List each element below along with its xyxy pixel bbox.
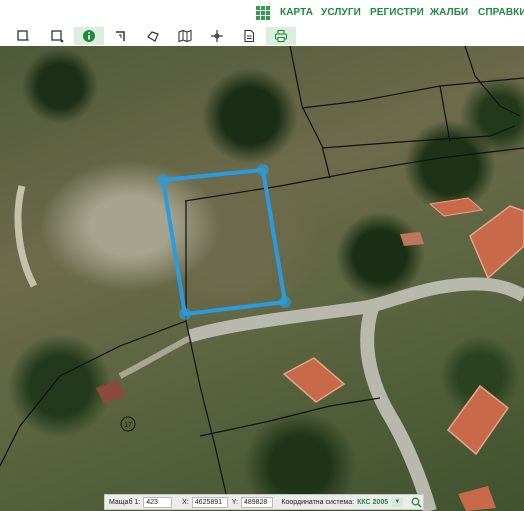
house-roof — [282, 357, 346, 403]
nav-item-complaints[interactable]: ЖАЛБИ — [430, 7, 468, 18]
y-coordinate-value: 489828 — [240, 496, 274, 508]
map-toolbar — [0, 26, 524, 47]
top-navigation: КАРТА УСЛУГИ РЕГИСТРИ ЖАЛБИ СПРАВКИ — [0, 0, 524, 26]
corner-measure-icon — [116, 31, 125, 41]
nav-item-references[interactable]: СПРАВКИ — [478, 7, 524, 18]
satellite-map[interactable]: 17 — [0, 46, 524, 511]
rect-select-icon — [51, 30, 64, 43]
parcel-label: 17 — [124, 422, 132, 429]
road — [188, 277, 524, 343]
polygon-measure-icon — [147, 31, 159, 42]
coordinate-status-bar: Мащаб 1: 423 X: 4625891 Y: 489828 Коорди… — [104, 494, 424, 510]
chevron-down-icon[interactable]: ▼ — [392, 497, 403, 507]
info-icon — [83, 30, 95, 42]
nav-item-services[interactable]: УСЛУГИ — [321, 7, 361, 18]
house-roof — [400, 232, 424, 246]
zoom-to-coordinates-button[interactable] — [411, 496, 423, 508]
document-tool[interactable] — [234, 27, 264, 45]
rect-select-tool[interactable] — [42, 27, 72, 45]
nav-item-registers[interactable]: РЕГИСТРИ — [370, 7, 424, 18]
map-overlay: 17 — [0, 46, 524, 511]
house-roof — [446, 384, 510, 456]
path-track-lower — [118, 335, 192, 379]
x-coordinate-value: 4625891 — [191, 496, 228, 508]
print-icon — [274, 29, 288, 43]
print-tool[interactable] — [266, 27, 296, 45]
selected-parcel-outline[interactable] — [161, 168, 287, 316]
grid-menu-icon[interactable] — [256, 6, 270, 20]
scale-input[interactable]: 423 — [143, 496, 173, 508]
map-layers-tool[interactable] — [170, 27, 200, 45]
vertex-handle[interactable] — [279, 296, 291, 308]
corner-measure-tool[interactable] — [106, 27, 136, 45]
house-roof — [458, 486, 496, 511]
search-icon — [411, 497, 422, 508]
road-branch — [360, 305, 437, 511]
polygon-measure-tool[interactable] — [138, 27, 168, 45]
nav-item-map[interactable]: КАРТА — [280, 7, 313, 18]
vertex-handle[interactable] — [157, 174, 169, 186]
path-track — [14, 185, 38, 288]
square-select-icon — [17, 30, 29, 41]
x-label: X: — [182, 498, 189, 506]
coordinate-point-icon — [211, 30, 223, 42]
house-roof — [428, 197, 484, 217]
vertex-handle[interactable] — [179, 308, 191, 320]
house-roof — [469, 205, 524, 280]
y-label: Y: — [231, 498, 238, 506]
crs-select-value[interactable]: ККС 2005 — [357, 499, 388, 506]
vertex-handle[interactable] — [257, 164, 269, 176]
document-icon — [244, 29, 255, 43]
house-roof — [96, 380, 126, 404]
map-layers-icon — [178, 29, 192, 43]
scale-label: Мащаб 1: — [109, 498, 141, 506]
info-tool[interactable] — [74, 27, 104, 45]
crs-label: Координатна система: — [281, 498, 355, 506]
cadastral-boundaries — [0, 46, 524, 511]
coordinate-point-tool[interactable] — [202, 27, 232, 45]
square-select-tool[interactable] — [8, 27, 38, 45]
